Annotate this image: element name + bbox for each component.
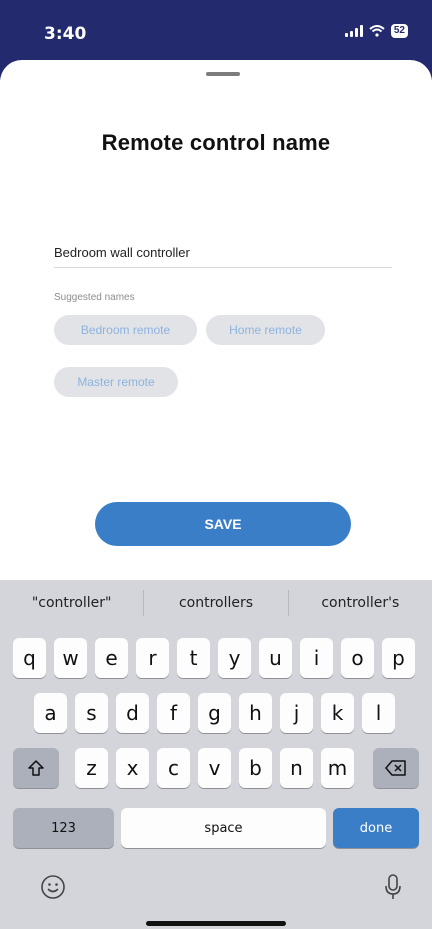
battery-icon: 52 bbox=[390, 24, 408, 38]
name-input[interactable]: Bedroom wall controller bbox=[54, 245, 190, 260]
input-underline bbox=[54, 267, 392, 268]
suggestion-chip-master-remote[interactable]: Master remote bbox=[54, 367, 178, 397]
space-key[interactable]: space bbox=[121, 808, 326, 848]
prediction-2[interactable]: controllers bbox=[144, 580, 287, 626]
key-f[interactable]: f bbox=[157, 693, 190, 733]
key-n[interactable]: n bbox=[280, 748, 313, 788]
key-b[interactable]: b bbox=[239, 748, 272, 788]
key-s[interactable]: s bbox=[75, 693, 108, 733]
key-t[interactable]: t bbox=[177, 638, 210, 678]
key-v[interactable]: v bbox=[198, 748, 231, 788]
suggestion-chip-home-remote[interactable]: Home remote bbox=[206, 315, 325, 345]
wifi-icon bbox=[369, 25, 385, 37]
key-l[interactable]: l bbox=[362, 693, 395, 733]
page-title: Remote control name bbox=[101, 130, 331, 155]
cellular-signal-icon bbox=[344, 25, 363, 37]
status-icons: 52 bbox=[344, 24, 408, 38]
status-time: 3:40 bbox=[44, 24, 87, 44]
key-w[interactable]: w bbox=[54, 638, 87, 678]
bottom-sheet: Remote control name Bedroom wall control… bbox=[0, 60, 432, 580]
key-d[interactable]: d bbox=[116, 693, 149, 733]
numbers-key[interactable]: 123 bbox=[13, 808, 114, 848]
key-z[interactable]: z bbox=[75, 748, 108, 788]
key-h[interactable]: h bbox=[239, 693, 272, 733]
emoji-icon bbox=[41, 875, 65, 899]
key-i[interactable]: i bbox=[300, 638, 333, 678]
key-e[interactable]: e bbox=[95, 638, 128, 678]
delete-key[interactable] bbox=[373, 748, 419, 788]
key-k[interactable]: k bbox=[321, 693, 354, 733]
key-r[interactable]: r bbox=[136, 638, 169, 678]
key-p[interactable]: p bbox=[382, 638, 415, 678]
key-a[interactable]: a bbox=[34, 693, 67, 733]
key-o[interactable]: o bbox=[341, 638, 374, 678]
key-m[interactable]: m bbox=[321, 748, 354, 788]
microphone-icon bbox=[385, 874, 401, 899]
key-u[interactable]: u bbox=[259, 638, 292, 678]
key-x[interactable]: x bbox=[116, 748, 149, 788]
save-button[interactable]: SAVE bbox=[95, 502, 351, 546]
keyboard: "controller" controllers controller's q … bbox=[0, 580, 432, 929]
done-key[interactable]: done bbox=[333, 808, 419, 848]
key-c[interactable]: c bbox=[157, 748, 190, 788]
sheet-grabber[interactable] bbox=[206, 72, 240, 76]
suggested-names-label: Suggested names bbox=[54, 292, 135, 303]
shift-key[interactable] bbox=[13, 748, 59, 788]
predictive-bar: "controller" controllers controller's bbox=[0, 580, 432, 626]
key-j[interactable]: j bbox=[280, 693, 313, 733]
prediction-3[interactable]: controller's bbox=[289, 580, 432, 626]
key-y[interactable]: y bbox=[218, 638, 251, 678]
suggestion-chip-bedroom-remote[interactable]: Bedroom remote bbox=[54, 315, 197, 345]
backspace-icon bbox=[385, 760, 406, 776]
emoji-button[interactable] bbox=[38, 872, 68, 902]
shift-icon bbox=[28, 760, 44, 776]
key-q[interactable]: q bbox=[13, 638, 46, 678]
home-indicator bbox=[146, 921, 286, 926]
dictation-button[interactable] bbox=[378, 872, 408, 902]
key-g[interactable]: g bbox=[198, 693, 231, 733]
prediction-1[interactable]: "controller" bbox=[0, 580, 143, 626]
